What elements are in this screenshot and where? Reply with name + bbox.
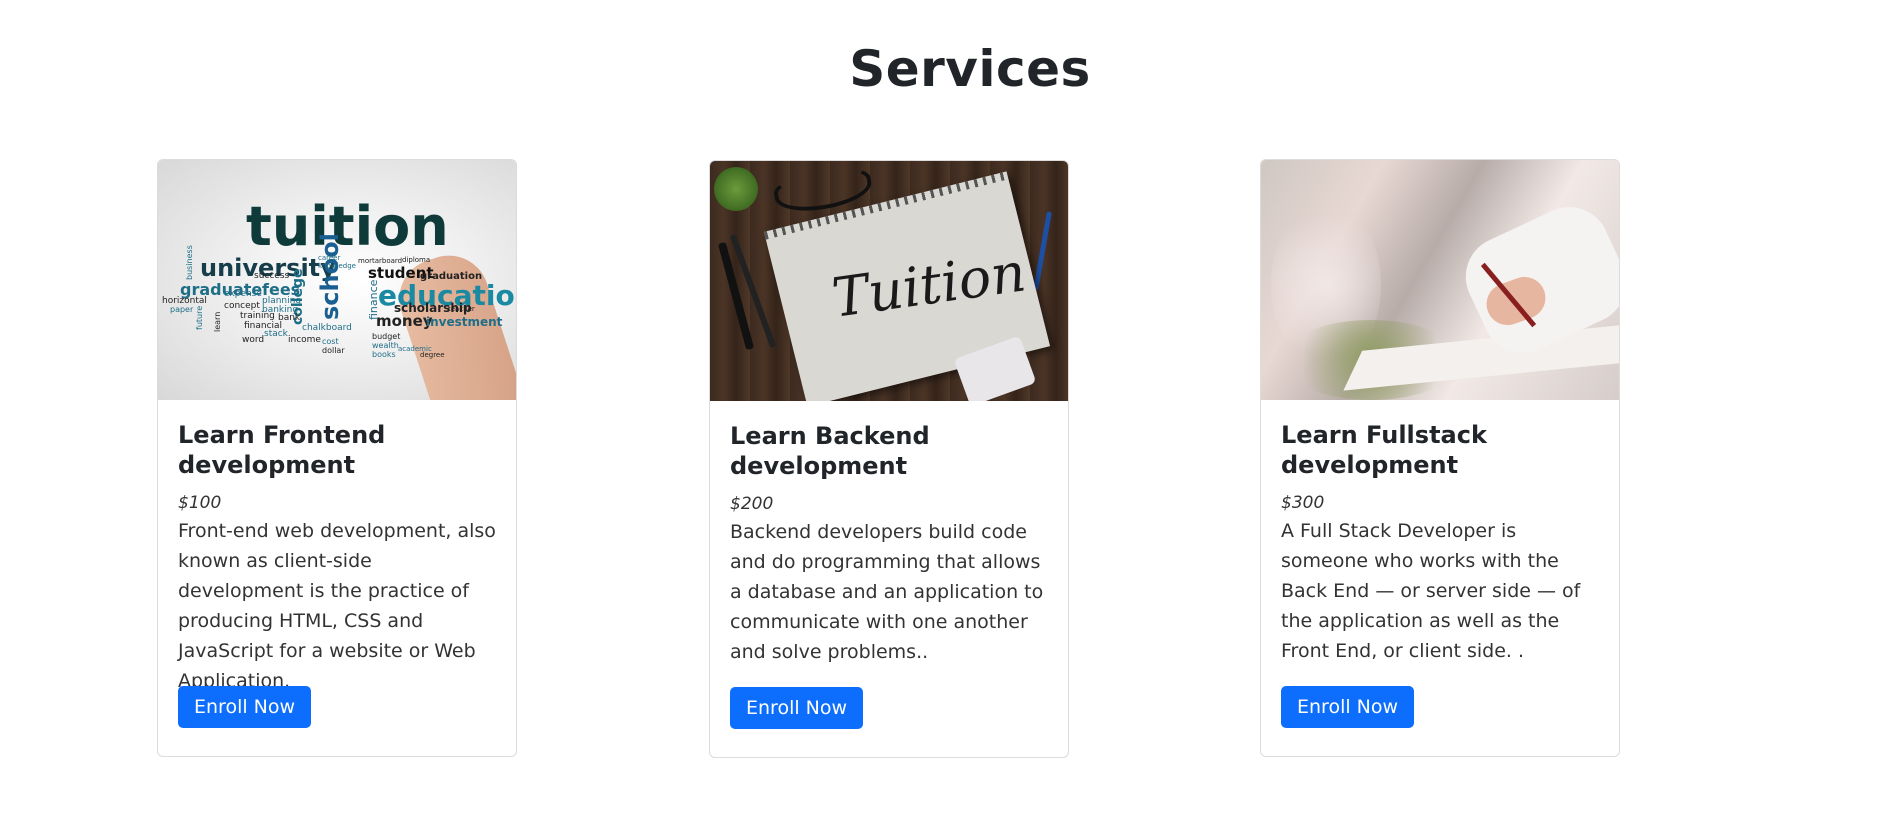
word-cloud-word: mortarboard (358, 257, 403, 265)
word-cloud-word: wealth (372, 341, 399, 350)
card-body: Learn Backend development $200 Backend d… (710, 401, 1068, 729)
word-cloud-word: training (240, 311, 275, 321)
pen-icon (717, 241, 755, 351)
word-cloud-word: future (195, 305, 204, 330)
enroll-now-button[interactable]: Enroll Now (730, 687, 864, 729)
service-card-frontend: tuition university graduate fees student… (157, 159, 517, 757)
enroll-now-button[interactable]: Enroll Now (178, 686, 312, 728)
word-cloud-word: expense (224, 289, 262, 299)
card-image-word-cloud: tuition university graduate fees student… (158, 160, 516, 400)
enroll-now-button[interactable]: Enroll Now (1281, 686, 1415, 728)
word-cloud-word: school (316, 233, 344, 320)
card-body: Learn Frontend development $100 Front-en… (158, 400, 516, 728)
word-cloud-word: books (372, 350, 396, 359)
services-page: Services tuition university graduate fee… (0, 0, 1882, 831)
word-cloud-word: knowledge (318, 262, 356, 270)
word-cloud-word: learn (213, 311, 222, 332)
card-image-notebook: Tuition (710, 161, 1068, 401)
word-cloud-word: degree (420, 351, 445, 359)
card-title: Learn Backend development (730, 422, 930, 480)
service-card-fullstack: Learn Fullstack development $300 A Full … (1260, 159, 1620, 757)
word-cloud-word: diploma (402, 256, 431, 264)
plant-icon (714, 167, 758, 211)
pen-icon (1033, 211, 1052, 291)
service-card-backend: Tuition Learn Backend development $200 B… (709, 160, 1069, 758)
word-cloud-word: concept (224, 301, 260, 311)
word-cloud-word: word (242, 335, 265, 345)
word-cloud-word: dollar (322, 346, 345, 355)
card-price: $100 (178, 493, 222, 513)
card-title: Learn Frontend development (178, 421, 386, 479)
card-body: Learn Fullstack development $300 A Full … (1261, 400, 1619, 728)
word-cloud-word: income (288, 335, 321, 345)
notebook-text: Tuition (828, 240, 1030, 330)
word-cloud-word: success (254, 271, 290, 281)
card-image-exam-writing (1261, 160, 1619, 400)
word-cloud-word: business (185, 245, 194, 280)
word-cloud-word: paper (170, 305, 194, 314)
word-cloud-word: cost (322, 337, 339, 346)
card-price: $200 (730, 494, 774, 514)
card-description: Backend developers build code and do pro… (730, 521, 1044, 663)
word-cloud-word: tuition (246, 195, 449, 258)
word-cloud-word: money (376, 312, 433, 330)
word-cloud-word: chalkboard (302, 323, 352, 333)
word-cloud-word: career (318, 254, 341, 262)
page-title: Services (849, 40, 1091, 98)
card-description: Front-end web development, also known as… (178, 520, 496, 692)
word-cloud-word: teacher (448, 305, 475, 313)
card-description: A Full Stack Developer is someone who wo… (1281, 520, 1581, 662)
word-cloud-word: stack (264, 329, 288, 339)
word-cloud-word: budget (372, 332, 401, 341)
word-cloud-word: finance (367, 279, 380, 320)
card-title: Learn Fullstack development (1281, 421, 1487, 479)
word-cloud-word: investment (426, 315, 503, 329)
card-price: $300 (1281, 493, 1325, 513)
word-cloud-word: graduation (420, 271, 483, 282)
